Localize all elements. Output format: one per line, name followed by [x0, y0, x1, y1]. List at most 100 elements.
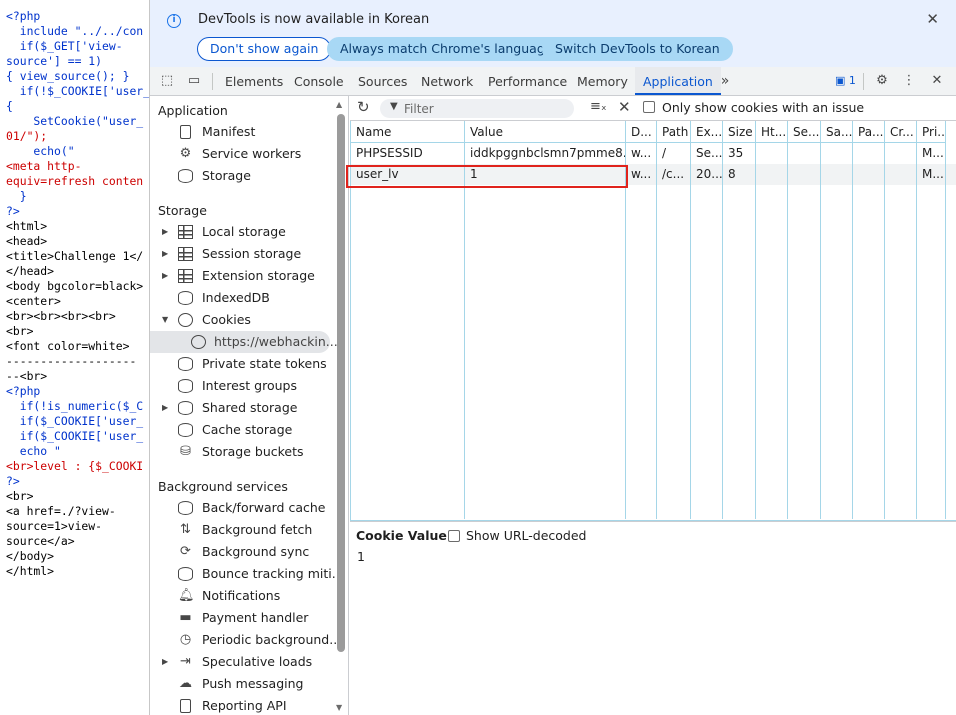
table-cell[interactable]: iddkpggnbclsmn7pmme8... — [465, 143, 625, 164]
table-cell[interactable]: Se... — [691, 143, 722, 164]
column-header[interactable]: Pa... — [853, 121, 884, 143]
sidebar-item-back-forward-cache[interactable]: Back/forward cache — [150, 497, 340, 519]
sidebar-item-speculative-loads[interactable]: ▶ ⇥ Speculative loads — [150, 651, 340, 673]
sidebar-item-interest-groups[interactable]: Interest groups — [150, 375, 340, 397]
sidebar-item-cache-storage[interactable]: Cache storage — [150, 419, 340, 441]
sidebar-item-background-sync[interactable]: ⟳ Background sync — [150, 541, 340, 563]
sidebar-item-cookie-origin[interactable]: https://webhackin... — [150, 331, 338, 353]
table-cell[interactable]: 35 — [723, 143, 755, 164]
table-cell[interactable] — [885, 164, 916, 185]
sidebar-item-label: Background fetch — [202, 522, 313, 537]
issues-badge[interactable]: ▣ 1 — [835, 74, 856, 87]
tab-console[interactable]: Console — [294, 67, 344, 95]
tab-network[interactable]: Network — [421, 67, 473, 95]
refresh-icon[interactable]: ↻ — [357, 99, 370, 116]
tab-memory[interactable]: Memory — [577, 67, 628, 95]
table-cell[interactable]: /c... — [657, 164, 690, 185]
tab-performance[interactable]: Performance — [488, 67, 567, 95]
sidebar-item-notifications[interactable]: 🔔︎ Notifications — [150, 585, 340, 607]
table-cell[interactable] — [756, 164, 787, 185]
more-options-icon[interactable]: ⋮ — [901, 73, 917, 89]
table-cell[interactable] — [821, 164, 852, 185]
expand-arrow-icon[interactable]: ▶ — [162, 243, 168, 265]
table-cell[interactable] — [821, 143, 852, 164]
expand-arrow-icon[interactable]: ▶ — [162, 651, 168, 673]
sidebar-scrollbar[interactable] — [337, 114, 345, 652]
sidebar-item-local-storage[interactable]: ▶ Local storage — [150, 221, 340, 243]
expand-arrow-icon[interactable]: ▶ — [162, 221, 168, 243]
column-header[interactable]: Value — [465, 121, 625, 143]
table-cell[interactable]: M... — [917, 164, 945, 185]
sidebar-item-shared-storage[interactable]: ▶ Shared storage — [150, 397, 340, 419]
column-header[interactable]: Ex... — [691, 121, 722, 143]
sidebar-item-session-storage[interactable]: ▶ Session storage — [150, 243, 340, 265]
sidebar-item-reporting-api[interactable]: Reporting API — [150, 695, 340, 715]
preview-value: 1 — [357, 549, 365, 564]
expand-arrow-icon[interactable]: ▶ — [162, 397, 168, 419]
device-toolbar-icon[interactable]: ▭ — [186, 73, 202, 89]
scroll-up-arrow-icon[interactable]: ▲ — [336, 100, 342, 109]
sidebar-item-bounce-tracking[interactable]: Bounce tracking miti... — [150, 563, 344, 585]
column-header[interactable]: Path — [657, 121, 690, 143]
section-heading-storage: Storage — [158, 203, 207, 218]
sidebar-item-push-messaging[interactable]: ☁ Push messaging — [150, 673, 340, 695]
switch-to-korean-button[interactable]: Switch DevTools to Korean — [542, 37, 733, 61]
database-icon — [178, 357, 193, 371]
table-cell[interactable]: PHPSESSID — [351, 143, 464, 164]
sidebar-item-storage-overview[interactable]: Storage — [150, 165, 340, 187]
table-cell[interactable]: 20... — [691, 164, 722, 185]
match-chrome-language-button[interactable]: Always match Chrome's language — [327, 37, 566, 61]
sidebar-item-manifest[interactable]: Manifest — [150, 121, 340, 143]
sidebar-item-storage-buckets[interactable]: ⛁ Storage buckets — [150, 441, 340, 463]
column-header[interactable]: Sa... — [821, 121, 852, 143]
sidebar-item-indexeddb[interactable]: IndexedDB — [150, 287, 340, 309]
column-header[interactable]: Size — [723, 121, 755, 143]
tab-sources[interactable]: Sources — [358, 67, 407, 95]
clear-filtered-cookies-icon[interactable]: ≡ₓ — [590, 99, 607, 114]
sidebar-item-private-state-tokens[interactable]: Private state tokens — [150, 353, 340, 375]
filter-box[interactable]: ▼ — [380, 99, 574, 118]
table-cell[interactable] — [788, 143, 820, 164]
column-header[interactable]: D... — [626, 121, 656, 143]
source-token: include "../../con — [6, 24, 144, 38]
expand-arrow-icon[interactable]: ▶ — [162, 265, 168, 287]
only-issue-checkbox[interactable] — [643, 101, 655, 113]
sidebar-item-extension-storage[interactable]: ▶ Extension storage — [150, 265, 340, 287]
table-cell[interactable]: / — [657, 143, 690, 164]
column-header[interactable]: Cr... — [885, 121, 916, 143]
delete-cookie-icon[interactable]: ✕ — [618, 98, 631, 116]
table-cell[interactable] — [853, 164, 884, 185]
sidebar-item-periodic-background-sync[interactable]: ◷ Periodic background... — [150, 629, 341, 651]
tab-elements[interactable]: Elements — [225, 67, 283, 95]
table-column: Pa... — [853, 121, 885, 519]
table-cell[interactable]: w... — [626, 164, 656, 185]
filter-input[interactable] — [404, 99, 564, 118]
inspect-element-icon[interactable]: ⬚ — [159, 73, 175, 89]
table-cell[interactable] — [788, 164, 820, 185]
sidebar-item-service-workers[interactable]: ⚙ Service workers — [150, 143, 340, 165]
settings-gear-icon[interactable]: ⚙ — [874, 73, 890, 89]
column-header[interactable]: Ht... — [756, 121, 787, 143]
dont-show-again-button[interactable]: Don't show again — [197, 37, 332, 61]
scroll-down-arrow-icon[interactable]: ▼ — [336, 703, 342, 712]
table-cell[interactable] — [756, 143, 787, 164]
close-icon[interactable]: ✕ — [926, 12, 939, 27]
table-cell[interactable] — [853, 143, 884, 164]
tab-application[interactable]: Application — [635, 67, 721, 95]
close-devtools-icon[interactable]: ✕ — [929, 73, 945, 89]
sidebar-item-label: Bounce tracking miti... — [202, 566, 344, 581]
bucket-icon: ⛁ — [180, 444, 191, 459]
table-cell[interactable]: w... — [626, 143, 656, 164]
sidebar-item-background-fetch[interactable]: ⇅ Background fetch — [150, 519, 340, 541]
column-header[interactable]: Name — [351, 121, 464, 143]
column-header[interactable]: Pri... — [917, 121, 945, 143]
more-tabs-icon[interactable]: » — [717, 73, 733, 89]
column-header[interactable]: Se... — [788, 121, 820, 143]
table-cell[interactable] — [885, 143, 916, 164]
collapse-arrow-icon[interactable]: ▼ — [162, 309, 168, 331]
sidebar-item-cookies[interactable]: ▼ Cookies — [150, 309, 340, 331]
sidebar-item-payment-handler[interactable]: ▬ Payment handler — [150, 607, 340, 629]
table-cell[interactable]: 8 — [723, 164, 755, 185]
table-cell[interactable]: M... — [917, 143, 945, 164]
url-decoded-checkbox[interactable] — [448, 530, 460, 542]
